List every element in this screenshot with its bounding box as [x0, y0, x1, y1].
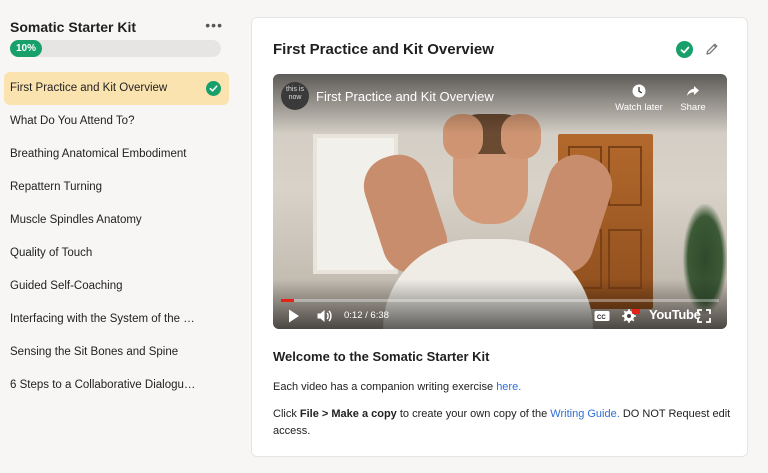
check-circle-icon[interactable]: [676, 41, 693, 58]
course-progress-bar: 10%: [10, 40, 221, 57]
lesson-item-label: Breathing Anatomical Embodiment: [10, 148, 187, 160]
share-arrow-icon: [687, 86, 699, 96]
volume-icon[interactable]: [316, 308, 334, 324]
watch-later-label: Watch later: [615, 102, 663, 113]
video-progress-bar[interactable]: [281, 299, 719, 302]
youtube-logo[interactable]: YouTube: [649, 307, 701, 322]
course-sidebar: Somatic Starter Kit ••• 10% First Practi…: [0, 0, 236, 473]
lesson-item-label: 6 Steps to a Collaborative Dialogue With…: [10, 379, 229, 391]
lesson-item-repattern-turning[interactable]: Repattern Turning: [4, 171, 229, 204]
video-progress-played: [281, 299, 295, 302]
lesson-item-label: Muscle Spindles Anatomy: [10, 214, 142, 226]
companion-exercise-link[interactable]: here.: [496, 381, 521, 393]
lesson-item-quality-of-touch[interactable]: Quality of Touch: [4, 237, 229, 270]
share-button[interactable]: Share: [668, 84, 718, 113]
lesson-item-label: Quality of Touch: [10, 247, 93, 259]
lesson-title: First Practice and Kit Overview: [273, 41, 494, 58]
course-title: Somatic Starter Kit: [10, 19, 137, 35]
lesson-item-guided-self-coaching[interactable]: Guided Self-Coaching: [4, 270, 229, 303]
channel-logo[interactable]: this is now: [281, 82, 309, 110]
make-a-copy-instruction: File > Make a copy: [299, 408, 397, 420]
lesson-item-6-steps-dialogue[interactable]: 6 Steps to a Collaborative Dialogue With…: [4, 369, 229, 402]
writing-guide-link[interactable]: Writing Guide.: [550, 408, 620, 420]
lesson-item-label: Sensing the Sit Bones and Spine: [10, 346, 179, 358]
settings-gear-icon[interactable]: [621, 308, 640, 324]
lesson-item-sensing-sit-bones[interactable]: Sensing the Sit Bones and Spine: [4, 336, 229, 369]
more-horizontal-icon[interactable]: •••: [205, 18, 223, 32]
pencil-icon[interactable]: [704, 41, 720, 57]
lesson-item-label: What Do You Attend To?: [10, 115, 135, 127]
lesson-item-label: First Practice and Kit Overview: [10, 82, 168, 94]
course-progress-label: 10%: [15, 43, 36, 54]
video-title[interactable]: First Practice and Kit Overview: [316, 89, 494, 104]
lesson-list: First Practice and Kit Overview What Do …: [4, 72, 229, 402]
lesson-complete-check-icon: [206, 81, 221, 96]
play-icon[interactable]: [287, 308, 305, 324]
content-heading: Welcome to the Somatic Starter Kit: [273, 349, 490, 364]
svg-text:CC: CC: [597, 315, 606, 321]
lesson-item-first-practice[interactable]: First Practice and Kit Overview: [4, 72, 229, 105]
fullscreen-icon[interactable]: [696, 308, 714, 324]
lesson-item-what-do-you-attend-to[interactable]: What Do You Attend To?: [4, 105, 229, 138]
lesson-item-label: Guided Self-Coaching: [10, 280, 123, 292]
video-control-bar: 0:12 / 6:38 CC YouTube: [273, 303, 727, 329]
companion-exercise-paragraph: Each video has a companion writing exerc…: [273, 381, 522, 393]
video-player[interactable]: this is now First Practice and Kit Overv…: [273, 74, 727, 329]
lesson-item-breathing-anatomical-embodiment[interactable]: Breathing Anatomical Embodiment: [4, 138, 229, 171]
watch-later-button[interactable]: Watch later: [614, 84, 664, 113]
lesson-item-muscle-spindles-anatomy[interactable]: Muscle Spindles Anatomy: [4, 204, 229, 237]
sidebar-header: Somatic Starter Kit •••: [10, 18, 225, 36]
lesson-item-label: Repattern Turning: [10, 181, 103, 193]
captions-icon[interactable]: CC: [593, 308, 611, 324]
lesson-item-interfacing-with-system[interactable]: Interfacing with the System of the Body: [4, 303, 229, 336]
clock-icon: [632, 84, 646, 98]
video-time: 0:12 / 6:38: [344, 310, 389, 321]
lesson-content-card: First Practice and Kit Overview this is …: [251, 17, 748, 457]
lesson-item-label: Interfacing with the System of the Body: [10, 313, 210, 325]
share-label: Share: [680, 102, 706, 113]
copy-instructions-paragraph: Click File > Make a copy to create your …: [273, 408, 731, 437]
